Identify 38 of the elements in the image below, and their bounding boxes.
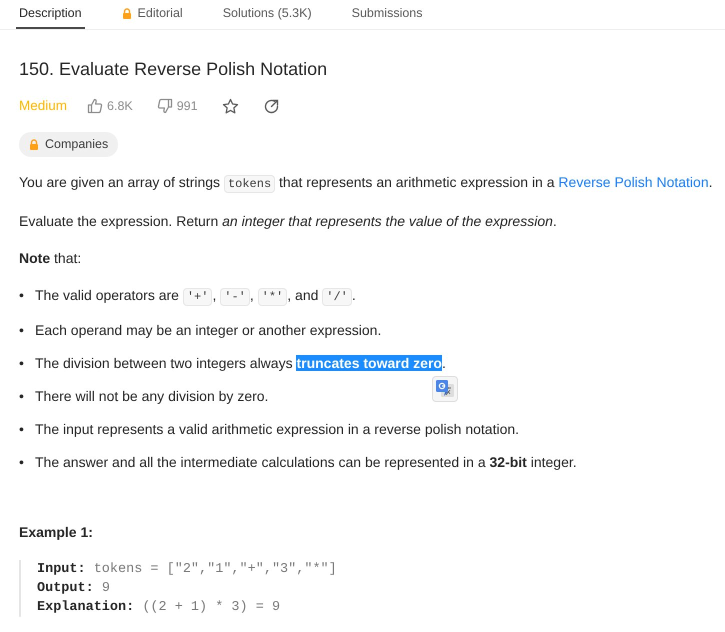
bullet-text: The valid operators are '+' , '-' , '*' , and '/' . (35, 286, 356, 307)
thumbs-up-icon[interactable] (87, 98, 104, 114)
share-icon[interactable] (262, 98, 280, 114)
example-heading: Example 1: (19, 522, 94, 542)
bullet-text: The division between two integers always truncates toward zero. (35, 352, 446, 373)
bullet-marker: • (19, 354, 25, 373)
example-label: Explanation: (37, 600, 134, 615)
tab[interactable]: Description (16, 0, 85, 29)
dislike-count: 991 (176, 98, 198, 115)
example-value: ((2 + 1) * 3) = 9 (141, 600, 280, 615)
bullet-marker: • (19, 452, 25, 472)
paragraph: You are given an array of strings tokens that represents an arithmetic expression in a Reverse Polish Notation. (19, 172, 714, 194)
bullet-text: The answer and all the intermediate calculations can be represented in a 32-bit integer. (35, 452, 577, 472)
bullet-marker: • (19, 286, 25, 305)
tab[interactable]: Solutions (5.3K) (220, 0, 315, 29)
bullet-marker: • (19, 420, 25, 439)
bullet-text: There will not be any division by zero. (35, 386, 268, 406)
lock-icon (122, 8, 132, 18)
paragraph: Evaluate the expression. Return an integer that represents the value of the expression. (19, 212, 558, 231)
bullet-marker: • (19, 320, 25, 340)
example-value: 9 (100, 580, 110, 596)
companies-tag[interactable]: Companies (19, 132, 118, 157)
example-label: Output: (37, 580, 94, 596)
lock-icon (29, 138, 39, 150)
example-value: tokens = ["2","1","+","3","*"] (92, 562, 337, 577)
like-count: 6.8K (107, 98, 133, 115)
link[interactable]: Reverse Polish Notation (558, 174, 709, 190)
tab[interactable]: Submissions (348, 0, 426, 29)
bullet-text: The input represents a valid arithmetic expression in a reverse polish notation. (35, 420, 520, 439)
star-icon[interactable] (222, 98, 239, 114)
example-label: Input: (37, 562, 86, 577)
tab[interactable]: Editorial (118, 0, 186, 29)
paragraph: Note that: (19, 248, 82, 268)
bullet-marker: • (19, 386, 25, 406)
problem-title: 150. Evaluate Reverse Polish Notation (19, 58, 328, 81)
difficulty-label: Medium (19, 96, 68, 115)
bullet-text: Each operand may be an integer or another expression. (35, 320, 382, 340)
thumbs-down-icon[interactable] (156, 98, 173, 114)
